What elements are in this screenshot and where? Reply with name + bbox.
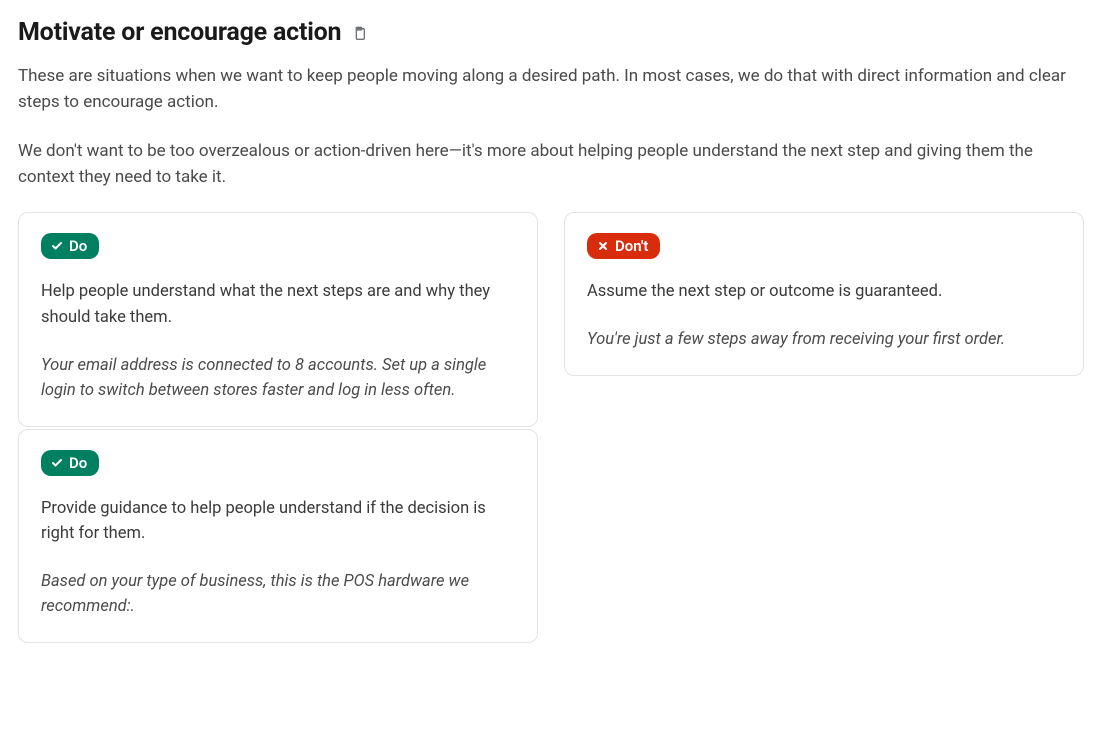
copy-link-icon[interactable] bbox=[351, 26, 367, 42]
intro-paragraph-1: These are situations when we want to kee… bbox=[18, 63, 1078, 116]
dont-card-1: Don't Assume the next step or outcome is… bbox=[564, 212, 1084, 375]
dont-badge-label: Don't bbox=[615, 237, 648, 255]
do-badge-label: Do bbox=[69, 454, 87, 472]
section-heading: Motivate or encourage action bbox=[18, 18, 341, 47]
do-badge: Do bbox=[41, 233, 99, 259]
check-icon bbox=[51, 457, 63, 469]
do-card-1-example: Your email address is connected to 8 acc… bbox=[41, 353, 515, 404]
do-badge: Do bbox=[41, 450, 99, 476]
x-icon bbox=[597, 240, 609, 252]
dont-card-1-desc: Assume the next step or outcome is guara… bbox=[587, 279, 1061, 305]
intro-paragraph-2: We don't want to be too overzealous or a… bbox=[18, 138, 1078, 191]
dont-card-1-example: You're just a few steps away from receiv… bbox=[587, 327, 1061, 353]
dont-badge: Don't bbox=[587, 233, 660, 259]
do-card-2-desc: Provide guidance to help people understa… bbox=[41, 496, 515, 547]
do-card-2: Do Provide guidance to help people under… bbox=[18, 429, 538, 643]
cards-container: Do Help people understand what the next … bbox=[18, 212, 1084, 643]
do-card-2-example: Based on your type of business, this is … bbox=[41, 569, 515, 620]
do-card-1: Do Help people understand what the next … bbox=[18, 212, 538, 426]
do-card-1-desc: Help people understand what the next ste… bbox=[41, 279, 515, 330]
check-icon bbox=[51, 240, 63, 252]
do-badge-label: Do bbox=[69, 237, 87, 255]
